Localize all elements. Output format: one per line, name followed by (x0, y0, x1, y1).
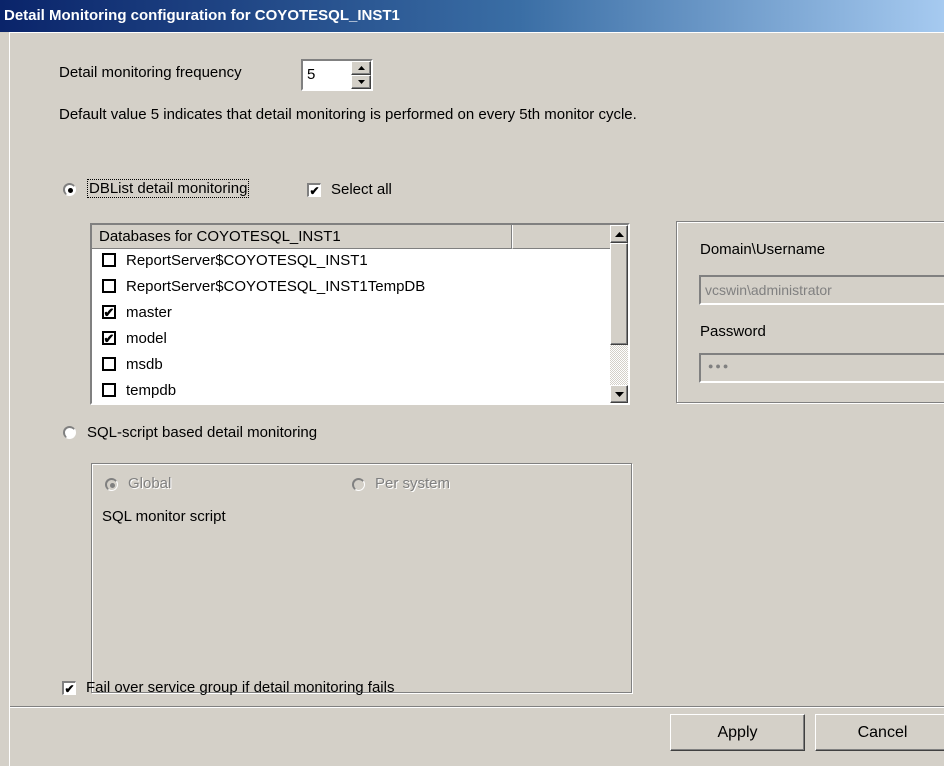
username-label: Domain\Username (700, 241, 826, 258)
database-name: model (126, 329, 167, 347)
window-title: Detail Monitoring configuration for COYO… (4, 7, 400, 24)
spin-up-button[interactable] (351, 61, 371, 75)
dblist-radio[interactable] (63, 183, 76, 196)
list-item[interactable]: msdb (102, 351, 163, 377)
list-item[interactable]: ✔ master (102, 299, 172, 325)
database-name: ReportServer$COYOTESQL_INST1TempDB (126, 277, 426, 295)
database-name: master (126, 303, 172, 321)
sqlscript-radio[interactable] (63, 426, 76, 439)
frequency-hint: Default value 5 indicates that detail mo… (59, 106, 637, 123)
failover-checkbox[interactable]: ✔ (62, 681, 76, 695)
database-checkbox[interactable]: ✔ (102, 331, 116, 345)
username-value: vcswin\administrator (705, 282, 832, 298)
database-checkbox[interactable] (102, 383, 116, 397)
cancel-button-label: Cancel (857, 723, 908, 741)
column-header-empty[interactable] (512, 225, 610, 249)
select-all-checkbox[interactable]: ✔ (307, 183, 321, 197)
scroll-up-arrow-icon (614, 231, 624, 237)
frequency-label: Detail monitoring frequency (59, 64, 242, 81)
checkmark-icon: ✔ (309, 183, 320, 198)
apply-button[interactable]: Apply (670, 714, 805, 751)
checkmark-icon: ✔ (103, 304, 115, 320)
database-name: msdb (126, 355, 163, 373)
sql-monitor-script-label: SQL monitor script (102, 508, 226, 525)
dblist-radio-label[interactable]: DBList detail monitoring (87, 179, 250, 198)
database-list[interactable]: Databases for COYOTESQL_INST1 ReportServ… (90, 223, 630, 405)
list-item[interactable]: ✔ model (102, 325, 167, 351)
username-field[interactable]: vcswin\administrator (699, 275, 944, 305)
apply-button-label: Apply (717, 723, 758, 741)
password-value: ●●● (708, 361, 731, 371)
checkmark-icon: ✔ (103, 330, 115, 346)
failover-label: Fail over service group if detail monito… (86, 679, 395, 696)
scroll-down-arrow-icon (614, 391, 624, 397)
sqlscript-group: Global Per system SQL monitor script (91, 463, 632, 693)
vertical-scrollbar[interactable] (610, 225, 628, 403)
window-title-bar: Detail Monitoring configuration for COYO… (0, 0, 944, 32)
database-name: tempdb (126, 381, 177, 399)
password-field[interactable]: ●●● (699, 353, 944, 383)
triangle-up-icon (357, 66, 365, 70)
credentials-panel: Domain\Username vcswin\administrator Pas… (676, 221, 944, 403)
scroll-down-button[interactable] (610, 385, 628, 403)
select-all-label: Select all (331, 181, 392, 198)
password-label: Password (700, 323, 766, 340)
checkmark-icon: ✔ (64, 681, 75, 696)
database-checkbox[interactable]: ✔ (102, 305, 116, 319)
column-header-label: Databases for COYOTESQL_INST1 (99, 228, 341, 245)
per-system-radio[interactable] (352, 478, 365, 491)
radio-dot (109, 482, 115, 488)
list-item[interactable]: ReportServer$COYOTESQL_INST1TempDB (102, 273, 425, 299)
triangle-down-icon (357, 80, 365, 84)
scroll-up-button[interactable] (610, 225, 628, 243)
separator (10, 706, 944, 708)
per-system-label: Per system (375, 475, 451, 492)
dialog-body: Detail monitoring frequency 5 Default va… (9, 32, 944, 766)
scroll-thumb[interactable] (610, 243, 628, 345)
database-name: ReportServer$COYOTESQL_INST1 (126, 251, 368, 269)
global-radio[interactable] (105, 478, 118, 491)
list-item[interactable]: tempdb (102, 377, 176, 403)
frequency-spinner[interactable]: 5 (301, 59, 373, 91)
column-header-databases[interactable]: Databases for COYOTESQL_INST1 (92, 225, 512, 249)
radio-dot (67, 187, 73, 193)
database-checkbox[interactable] (102, 357, 116, 371)
cancel-button[interactable]: Cancel (815, 714, 944, 751)
frequency-value[interactable]: 5 (307, 66, 315, 83)
global-label: Global (128, 475, 172, 492)
list-item[interactable]: ReportServer$COYOTESQL_INST1 (102, 247, 368, 273)
spin-down-button[interactable] (351, 75, 371, 89)
database-checkbox[interactable] (102, 279, 116, 293)
sqlscript-radio-label[interactable]: SQL-script based detail monitoring (87, 424, 317, 441)
database-checkbox[interactable] (102, 253, 116, 267)
